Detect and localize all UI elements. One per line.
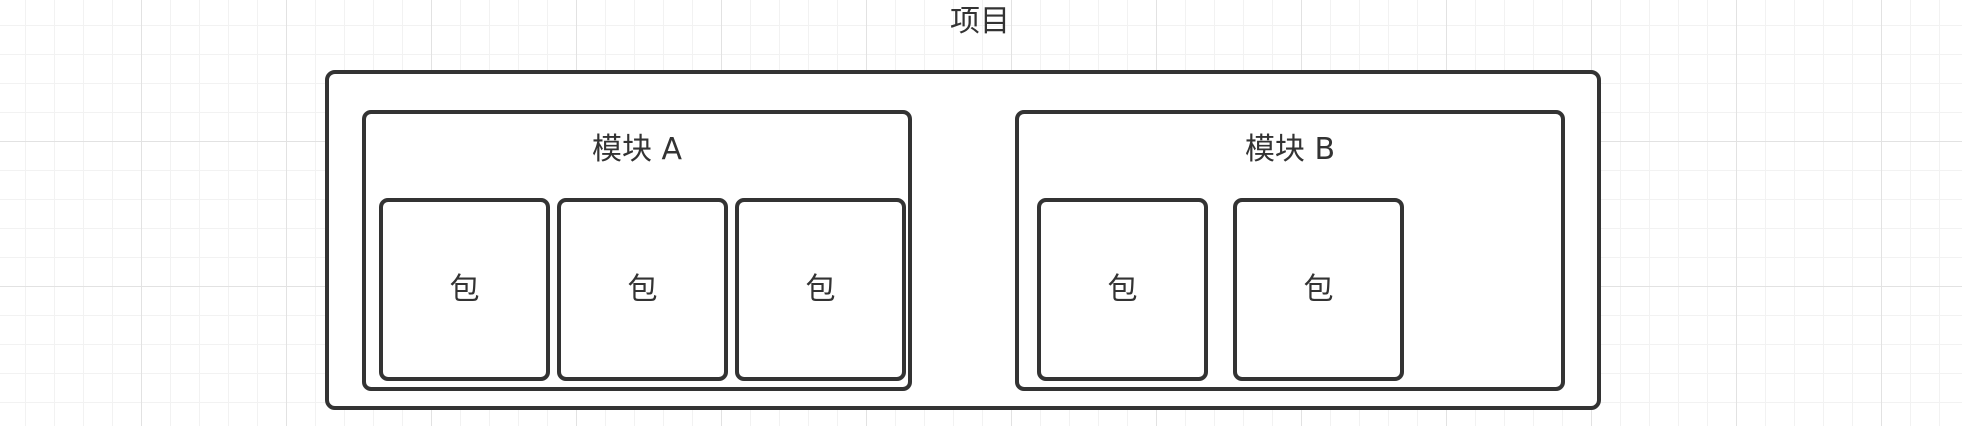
module-b-package-1: 包 bbox=[1037, 198, 1208, 381]
module-b-container: 模块 B 包 包 bbox=[1015, 110, 1565, 391]
package-label: 包 bbox=[449, 271, 480, 307]
project-title: 项目 bbox=[950, 4, 1010, 39]
project-container: 模块 A 包 包 包 模块 B 包 包 bbox=[325, 70, 1601, 410]
module-a-package-3: 包 bbox=[735, 198, 906, 381]
module-a-package-2: 包 bbox=[557, 198, 728, 381]
module-a-container: 模块 A 包 包 包 bbox=[362, 110, 912, 391]
package-label: 包 bbox=[1107, 271, 1138, 307]
module-a-package-1: 包 bbox=[379, 198, 550, 381]
module-b-package-2: 包 bbox=[1233, 198, 1404, 381]
package-label: 包 bbox=[805, 271, 836, 307]
package-label: 包 bbox=[1303, 271, 1334, 307]
module-b-title: 模块 B bbox=[1244, 132, 1336, 167]
package-label: 包 bbox=[627, 271, 658, 307]
module-a-title: 模块 A bbox=[591, 132, 683, 167]
